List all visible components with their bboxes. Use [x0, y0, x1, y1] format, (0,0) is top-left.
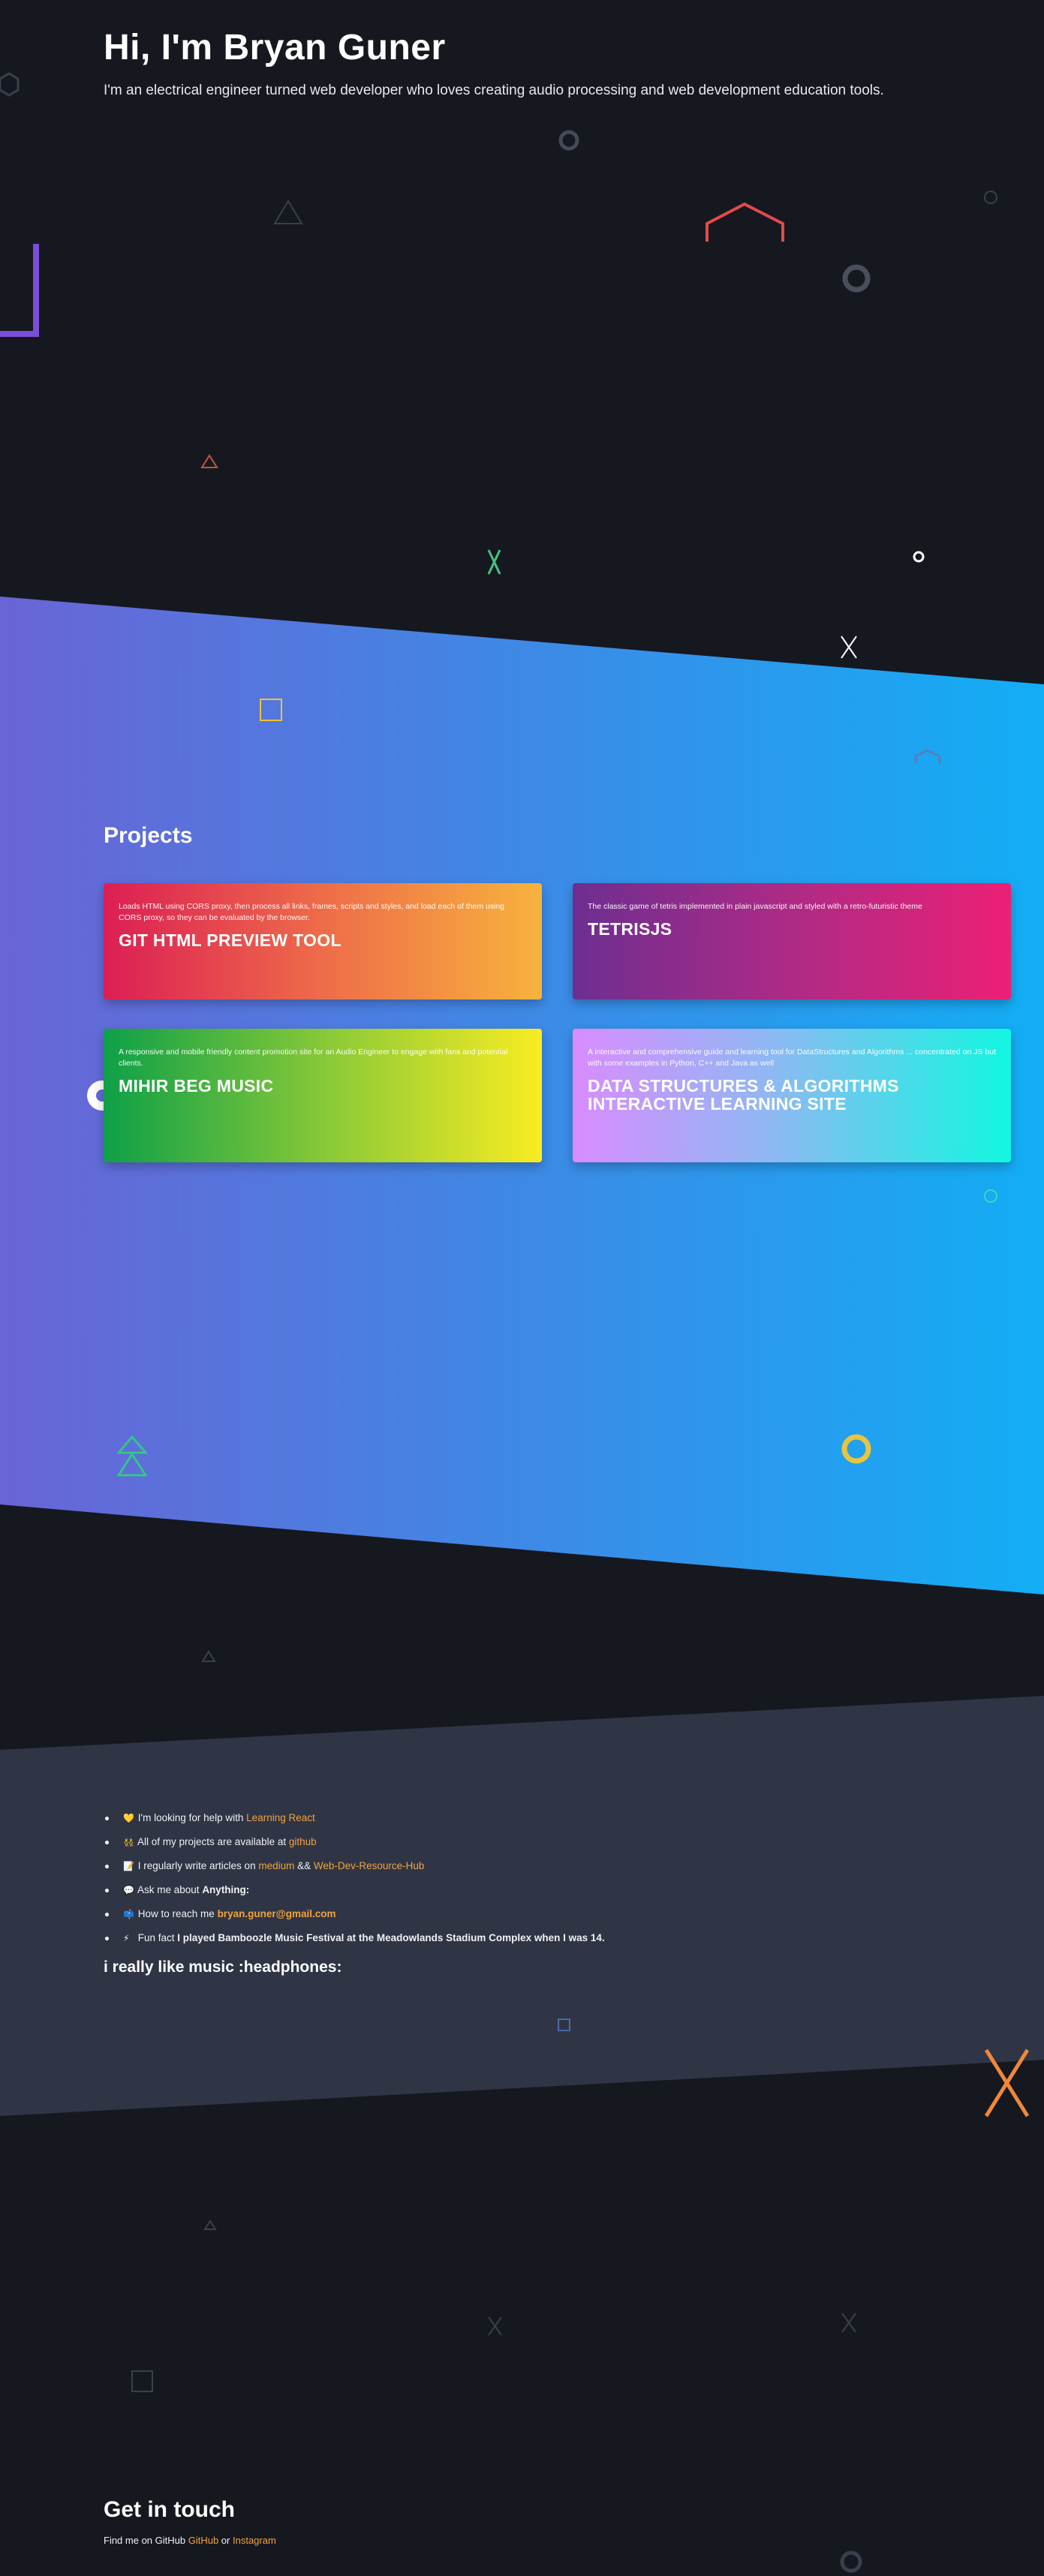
- triangle-icon: [201, 1650, 216, 1662]
- people-icon: 👯: [123, 1837, 134, 1847]
- heart-icon: 💛: [123, 1813, 134, 1823]
- circle-icon: [558, 130, 579, 151]
- list-item: 💬 Ask me about Anything:: [105, 1878, 605, 1902]
- x-icon: [488, 2316, 502, 2336]
- triangle-icon: [203, 2220, 217, 2230]
- email-link[interactable]: bryan.guner@gmail.com: [218, 1908, 336, 1919]
- triangle-icon: [200, 454, 218, 468]
- hexagon-icon: [0, 72, 20, 97]
- bracket-icon: [0, 244, 39, 337]
- lightning-icon: ⚡: [123, 1933, 130, 1943]
- project-card-git-html-preview[interactable]: Loads HTML using CORS proxy, then proces…: [104, 883, 542, 999]
- learning-react-link[interactable]: Learning React: [246, 1812, 315, 1823]
- list-item: 💛 I'm looking for help with Learning Rea…: [105, 1806, 605, 1830]
- project-description: A interactive and comprehensive guide an…: [588, 1048, 996, 1068]
- project-name: MIHIR BEG MUSIC: [119, 1076, 274, 1096]
- contact-title: Get in touch: [104, 2497, 235, 2522]
- github-contact-link[interactable]: GitHub: [188, 2535, 218, 2546]
- circle-icon: [842, 264, 871, 293]
- list-item: 👯 All of my projects are available at gi…: [105, 1830, 605, 1854]
- project-name: DATA STRUCTURES & ALGORITHMS INTERACTIVE…: [588, 1076, 899, 1114]
- square-icon: [131, 2370, 153, 2392]
- projects-title: Projects: [104, 823, 193, 848]
- x-icon: [841, 2313, 856, 2333]
- list-item: 📫 How to reach me bryan.guner@gmail.com: [105, 1902, 605, 1926]
- mailbox-icon: 📫: [123, 1909, 134, 1919]
- x-icon: [487, 549, 501, 575]
- speech-bubble-icon: 💬: [123, 1885, 134, 1895]
- list-item: 📝 I regularly write articles on medium &…: [105, 1854, 605, 1878]
- project-name: TETRISJS: [588, 919, 672, 939]
- background-decoration: [0, 72, 1044, 2573]
- hero-subtitle: I'm an electrical engineer turned web de…: [104, 83, 884, 98]
- triangle-icon: [273, 200, 303, 224]
- contact-line: Find me on GitHub GitHub or Instagram: [104, 2535, 276, 2546]
- project-card-mihir-beg-music[interactable]: A responsive and mobile friendly content…: [104, 1029, 542, 1162]
- roof-icon: [706, 202, 784, 242]
- circle-icon: [913, 551, 925, 563]
- github-link[interactable]: github: [289, 1836, 317, 1847]
- project-description: Loads HTML using CORS proxy, then proces…: [119, 902, 505, 922]
- instagram-link[interactable]: Instagram: [233, 2535, 276, 2546]
- music-heading: i really like music :headphones:: [104, 1958, 342, 1976]
- circle-icon: [984, 191, 997, 204]
- list-item: ⚡ Fun fact I played Bamboozle Music Fest…: [105, 1926, 605, 1950]
- medium-link[interactable]: medium: [258, 1860, 294, 1871]
- about-list: 💛 I'm looking for help with Learning Rea…: [104, 1806, 605, 1950]
- circle-icon: [840, 2550, 862, 2573]
- hero-title: Hi, I'm Bryan Guner: [104, 28, 446, 68]
- project-name: GIT HTML PREVIEW TOOL: [119, 930, 341, 950]
- project-card-data-structures[interactable]: A interactive and comprehensive guide an…: [573, 1029, 1011, 1162]
- web-dev-resource-hub-link[interactable]: Web-Dev-Resource-Hub: [314, 1860, 425, 1871]
- project-description: The classic game of tetris implemented i…: [588, 902, 922, 911]
- x-icon: [841, 636, 857, 659]
- project-card-tetrisjs[interactable]: The classic game of tetris implemented i…: [573, 883, 1011, 999]
- project-description: A responsive and mobile friendly content…: [119, 1048, 508, 1068]
- memo-icon: 📝: [123, 1861, 134, 1871]
